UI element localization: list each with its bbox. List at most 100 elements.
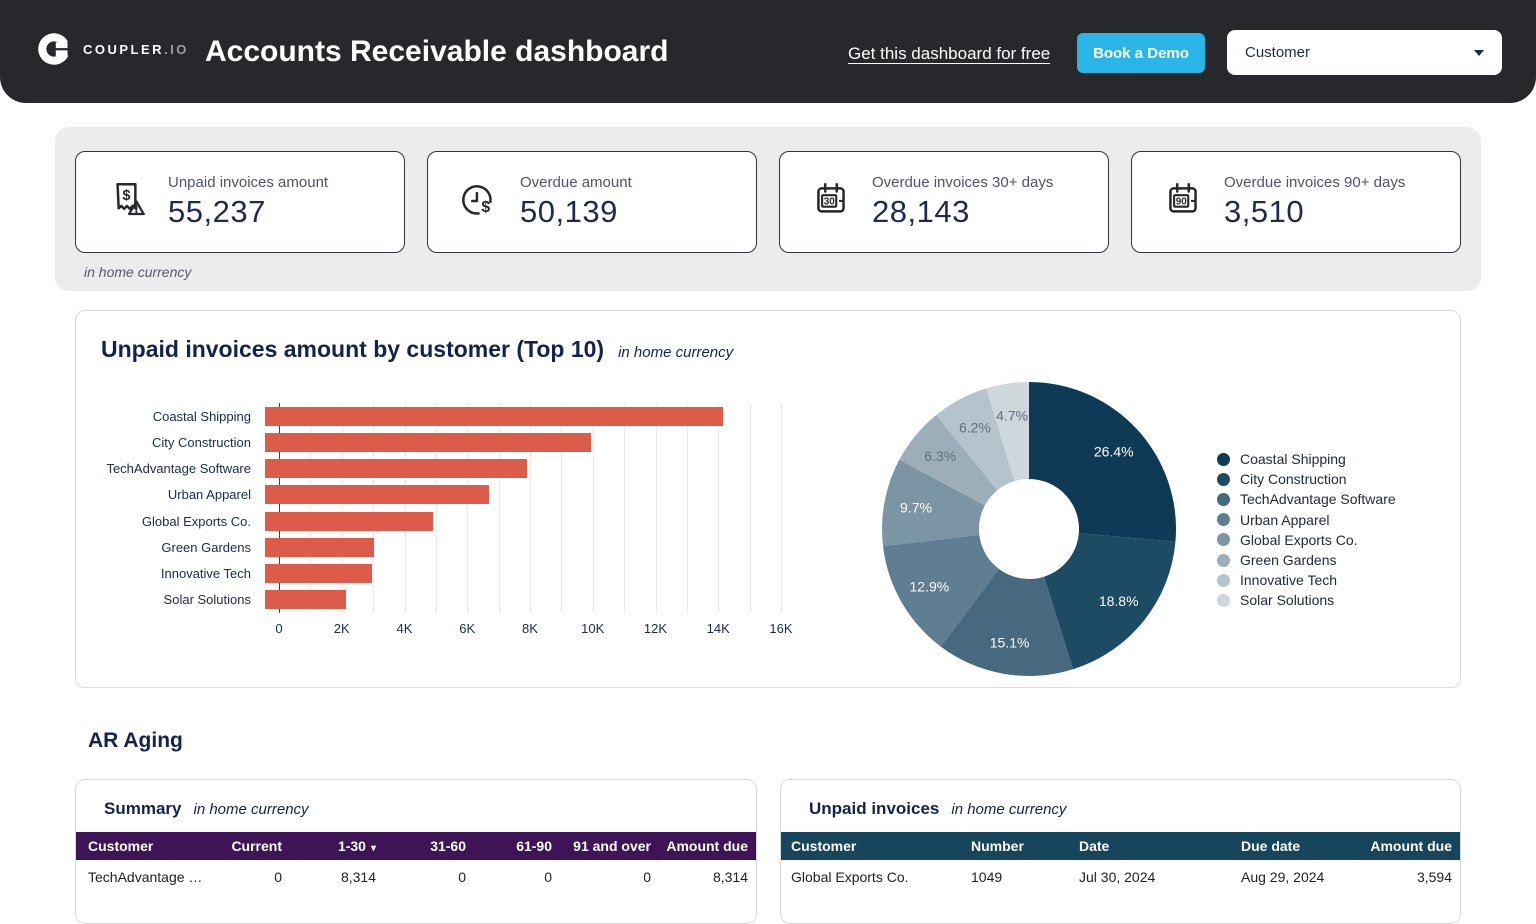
column-header[interactable]: Date	[1079, 838, 1241, 854]
kpi-label: Unpaid invoices amount	[168, 174, 329, 191]
svg-text:90: 90	[1176, 197, 1188, 208]
column-header[interactable]: 31-60	[376, 838, 466, 854]
svg-text:$: $	[481, 199, 490, 216]
x-axis-tick-label: 6K	[459, 621, 476, 636]
ar-aging-heading: AR Aging	[88, 729, 183, 752]
kpi-card-overdue-30: 30 Overdue invoices 30+ days 28,143	[779, 151, 1109, 253]
bar-category-label: Urban Apparel	[167, 487, 251, 503]
table-cell: Global Exports Co.	[791, 869, 909, 885]
page-title: Accounts Receivable dashboard	[205, 35, 669, 68]
legend-item: Innovative Tech	[1217, 570, 1396, 590]
table-cell: Jul 30, 2024	[1079, 869, 1156, 885]
kpi-value: 55,237	[168, 194, 266, 229]
legend-color-dot	[1217, 452, 1230, 466]
donut-percent-label: 18.8%	[1099, 593, 1139, 609]
legend-item: TechAdvantage Software	[1217, 489, 1396, 509]
legend-item: Green Gardens	[1217, 550, 1396, 570]
summary-currency-caption: in home currency	[193, 801, 309, 818]
kpi-label: Overdue invoices 30+ days	[872, 174, 1054, 191]
donut-percent-label: 15.1%	[990, 634, 1030, 650]
customer-filter-dropdown[interactable]: Customer	[1227, 30, 1502, 75]
legend-item: Coastal Shipping	[1217, 449, 1396, 469]
unpaid-donut-chart: 26.4% 18.8% 15.1% 12.9% 9.7% 6.3%6.2% 4.7%	[882, 382, 1176, 676]
bar-row: City Construction	[101, 429, 767, 455]
legend-label: Green Gardens	[1240, 552, 1337, 569]
donut-percent-label: 12.9%	[909, 578, 949, 594]
bar-row: Green Gardens	[101, 534, 767, 560]
bar	[265, 432, 591, 452]
column-header[interactable]: 1-30 ▾	[282, 838, 376, 854]
kpi-currency-caption: in home currency	[84, 264, 192, 280]
bar-row: TechAdvantage Software	[101, 456, 767, 482]
donut-slice	[1029, 382, 1176, 542]
column-header[interactable]: 91 and over	[552, 838, 651, 854]
invoice-alert-icon: $	[116, 182, 145, 216]
chevron-down-icon	[1474, 49, 1484, 56]
brand-text: COUPLER.IO	[83, 41, 189, 57]
column-header[interactable]: Due date	[1241, 838, 1361, 854]
summary-table-title: Summary	[104, 799, 182, 818]
calendar-30-icon: 30	[817, 182, 845, 213]
donut-percent-label: 6.2%	[959, 420, 991, 436]
bar-row: Global Exports Co.	[101, 508, 767, 534]
customer-filter-value: Customer	[1245, 44, 1311, 61]
x-axis-tick-label: 4K	[396, 621, 413, 636]
svg-text:$: $	[122, 188, 130, 204]
donut-percent-label: 26.4%	[1094, 443, 1134, 459]
legend-item: Global Exports Co.	[1217, 530, 1396, 550]
unpaid-currency-caption: in home currency	[951, 801, 1067, 818]
legend-label: Innovative Tech	[1240, 572, 1338, 589]
donut-percent-label: 9.7%	[900, 500, 932, 516]
table-cell: 8,314	[712, 869, 748, 885]
legend-item: Urban Apparel	[1217, 510, 1396, 530]
table-row: Global Exports Co. 1049 Jul 30, 2024 Aug 29…	[781, 860, 1460, 894]
table-cell: 0	[274, 869, 282, 885]
donut-percent-label: 6.3%	[924, 448, 956, 464]
column-header[interactable]: Amount due	[1361, 838, 1452, 854]
legend-label: Solar Solutions	[1240, 592, 1335, 609]
column-header[interactable]: Amount due	[651, 838, 748, 854]
get-dashboard-link[interactable]: Get this dashboard for free	[848, 44, 1050, 64]
column-header[interactable]: 61-90	[466, 838, 552, 854]
legend-label: Global Exports Co.	[1240, 531, 1358, 548]
table-cell: 0	[643, 869, 651, 885]
coupler-logo-icon	[38, 33, 70, 65]
table-cell: 8,314	[340, 869, 376, 885]
kpi-strip: $ Unpaid invoices amount 55,237 $ Overdu…	[55, 127, 1481, 291]
kpi-card-overdue-90: 90 Overdue invoices 90+ days 3,510	[1131, 151, 1461, 253]
legend-label: TechAdvantage Software	[1240, 491, 1396, 508]
calendar-90-icon: 90	[1169, 182, 1197, 213]
column-header[interactable]: Current	[218, 838, 282, 854]
kpi-card-unpaid-amount: $ Unpaid invoices amount 55,237	[75, 151, 405, 253]
column-header[interactable]: Customer	[76, 838, 218, 854]
book-demo-button[interactable]: Book a Demo	[1077, 33, 1205, 73]
legend-item: City Construction	[1217, 469, 1396, 489]
table-cell: 0	[458, 869, 466, 885]
bar-row: Coastal Shipping	[101, 403, 767, 429]
column-header[interactable]: Number	[971, 838, 1079, 854]
table-cell: 1049	[971, 869, 1003, 885]
table-cell: 0	[544, 869, 552, 885]
x-axis-tick-label: 14K	[706, 621, 730, 636]
bar-row: Urban Apparel	[101, 482, 767, 508]
bar-category-label: Green Gardens	[161, 539, 251, 555]
table-cell: TechAdvantage …	[88, 869, 203, 885]
kpi-label: Overdue amount	[520, 174, 632, 191]
x-axis-tick-label: 0	[275, 621, 283, 636]
x-axis-tick-label: 8K	[522, 621, 538, 636]
legend-color-dot	[1217, 553, 1230, 567]
table-cell: 3,594	[1416, 869, 1452, 885]
legend-color-dot	[1217, 472, 1230, 486]
chart-title: Unpaid invoices amount by customer (Top …	[101, 336, 605, 362]
bar-chart-x-axis: 0 2K 4K 6K 8K 10K 12K 14K 16K	[275, 621, 792, 637]
chart-currency-caption: in home currency	[618, 344, 734, 361]
clock-dollar-icon: $	[462, 185, 492, 216]
svg-text:30: 30	[824, 197, 836, 208]
bar-category-label: Global Exports Co.	[141, 513, 251, 529]
kpi-value: 28,143	[872, 194, 970, 229]
column-header[interactable]: Customer	[781, 838, 971, 854]
unpaid-table-title: Unpaid invoices	[809, 799, 940, 818]
bar-category-label: TechAdvantage Software	[106, 461, 251, 477]
coupler-logo[interactable]: COUPLER.IO	[36, 31, 189, 67]
bar	[265, 590, 347, 610]
